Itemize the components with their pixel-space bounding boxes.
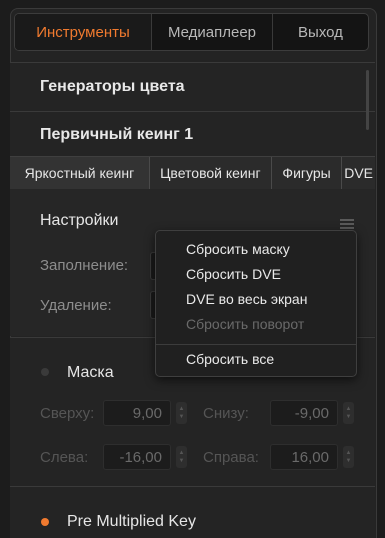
upstream-key-title: Первичный кеинг 1 [40,126,194,143]
color-generators-title: Генераторы цвета [40,78,185,95]
pre-multiplied-key-toggle-icon[interactable] [41,518,49,526]
pre-multiplied-key-label: Pre Multiplied Key [67,513,196,530]
key-source-label: Удаление: [40,297,112,314]
mask-bottom-input[interactable]: -9,00 [270,400,338,426]
main-tabs: Инструменты Медиаплеер Выход [14,13,369,51]
mask-bottom-stepper[interactable]: ▲ ▼ [343,402,354,424]
tab-output[interactable]: Выход [272,14,368,50]
mask-right-stepper[interactable]: ▲ ▼ [343,446,354,468]
menu-icon[interactable] [340,219,354,229]
mask-top-stepper[interactable]: ▲ ▼ [176,402,187,424]
menu-item-reset-all[interactable]: Сбросить все [186,351,274,367]
tab-luma-key[interactable]: Яркостный кеинг [10,157,150,189]
scrollbar[interactable] [366,70,369,130]
menu-item-reset-rotation: Сбросить поворот [186,316,305,332]
menu-item-dve-fullscreen[interactable]: DVE во весь экран [186,291,307,307]
mask-left-stepper[interactable]: ▲ ▼ [176,446,187,468]
mask-left-input[interactable]: -16,00 [103,444,171,470]
tab-media-player[interactable]: Медиаплеер [151,14,272,50]
menu-item-reset-mask[interactable]: Сбросить маску [186,241,290,257]
key-type-tabs: Яркостный кеинг Цветовой кеинг Фигуры DV… [10,156,375,190]
settings-title: Настройки [40,212,119,229]
upstream-key-header[interactable]: Первичный кеинг 1 [10,111,375,157]
mask-top-input[interactable]: 9,00 [103,400,171,426]
menu-divider [156,344,356,345]
mask-right-input[interactable]: 16,00 [270,444,338,470]
mask-left-label: Слева: [40,449,89,466]
mask-right-label: Справа: [203,449,259,466]
mask-top-label: Сверху: [40,405,95,422]
tab-chroma-key[interactable]: Цветовой кеинг [150,157,272,189]
color-generators-header[interactable]: Генераторы цвета [10,62,375,111]
mask-toggle-icon[interactable] [41,368,49,376]
fill-source-label: Заполнение: [40,257,129,274]
tab-pattern[interactable]: Фигуры [272,157,343,189]
context-menu: Сбросить маску Сбросить DVE DVE во весь … [155,230,357,377]
menu-item-reset-dve[interactable]: Сбросить DVE [186,266,281,282]
tab-tools[interactable]: Инструменты [15,14,151,50]
mask-bottom-label: Снизу: [203,405,249,422]
tab-dve[interactable]: DVE [342,157,375,189]
mask-label: Маска [67,364,114,381]
